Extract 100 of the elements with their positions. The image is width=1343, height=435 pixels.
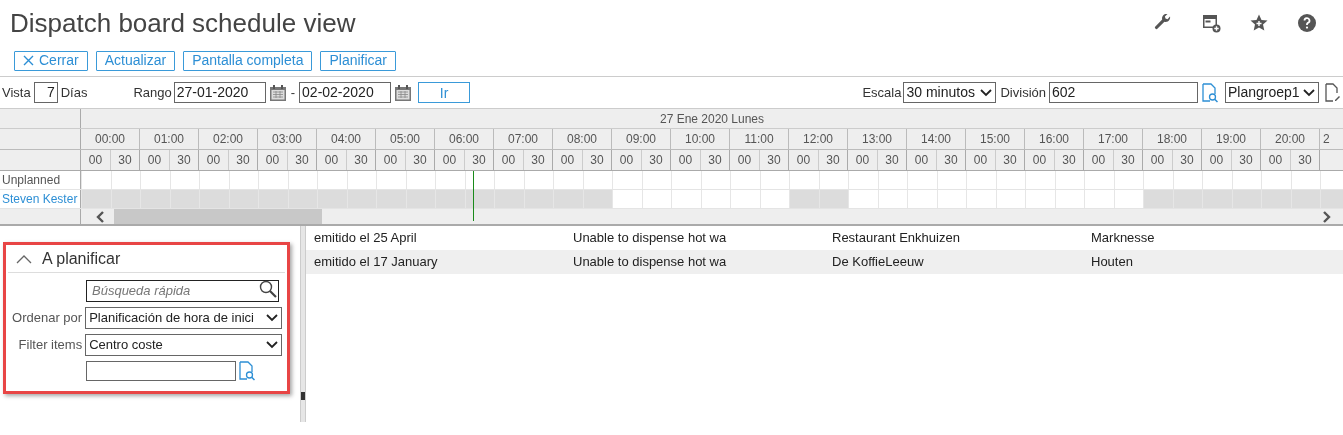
slot-header: 30 (701, 150, 730, 170)
help-icon[interactable] (1297, 13, 1317, 33)
slot-header: 30 (1173, 150, 1202, 170)
collapse-icon[interactable] (16, 253, 32, 264)
add-window-icon[interactable] (1201, 13, 1221, 33)
slot-header: 30 (229, 150, 258, 170)
input-field[interactable] (86, 361, 236, 381)
table-row[interactable]: emitido el 17 January Unable to dispense hot wa De KoffieLeeuw Houten (306, 250, 1343, 274)
calendar-icon[interactable] (394, 83, 413, 102)
slot-header: 30 (996, 150, 1025, 170)
lookup-icon[interactable] (238, 361, 256, 381)
hour-header: 11:00 (730, 129, 789, 149)
table-cell-text: Houten (1090, 253, 1134, 272)
hour-header: 20:00 (1261, 129, 1320, 149)
day-header: 27 Ene 2020 Lunes (659, 110, 765, 128)
slot-header: 00 (553, 150, 583, 170)
input-field[interactable]: 602 (1049, 82, 1198, 103)
calendar-icon[interactable] (268, 83, 287, 102)
filter-label: Filter items (17, 336, 84, 355)
scroll-left-icon[interactable] (96, 210, 105, 223)
range-label: Rango (133, 83, 172, 102)
slot-header: 30 (642, 150, 671, 170)
dropdown[interactable]: Planificación de hora de inici (85, 307, 282, 329)
slot-header: 00 (730, 150, 760, 170)
table-cell-text: Marknesse (1090, 229, 1156, 248)
hour-header: 00:00 (81, 129, 140, 149)
slot-header: 30 (111, 150, 140, 170)
slot-header: 30 (1291, 150, 1320, 170)
caret-icon (980, 88, 993, 97)
dropdown[interactable]: Plangroep1 (1225, 82, 1319, 103)
slot-header: 30 (1232, 150, 1261, 170)
scrollbar-thumb[interactable] (114, 209, 322, 224)
slot-header: 30 (583, 150, 612, 170)
dropdown[interactable]: 30 minutos (903, 82, 997, 103)
hour-header: 07:00 (494, 129, 553, 149)
slot-header: 30 (347, 150, 376, 170)
slot-header: 00 (258, 150, 288, 170)
sort-label: Ordenar por (11, 309, 84, 328)
hour-header: 17:00 (1084, 129, 1143, 149)
hour-header: 03:00 (258, 129, 317, 149)
action-button[interactable]: Cerrar (14, 50, 88, 71)
splitter-handle[interactable] (301, 392, 305, 400)
division-label: División (1000, 83, 1046, 102)
slot-header: 00 (671, 150, 701, 170)
star-icon[interactable] (1249, 13, 1269, 33)
dropdown[interactable]: Centro coste (85, 334, 282, 356)
slot-header: 30 (1114, 150, 1143, 170)
scroll-right-icon[interactable] (1322, 210, 1331, 223)
table-cell-text: emitido el 17 January (313, 253, 439, 272)
search-field[interactable]: Búsqueda rápida (86, 279, 279, 302)
slot-header: 30 (465, 150, 494, 170)
input-field[interactable]: 27-01-2020 (173, 82, 266, 103)
hour-header: 15:00 (966, 129, 1025, 149)
table-cell-text: Unable to dispense hot wa (572, 253, 728, 272)
hour-header: 01:00 (140, 129, 199, 149)
slot-header: 00 (1084, 150, 1114, 170)
search-icon[interactable] (259, 280, 277, 298)
slot-header: 30 (1055, 150, 1084, 170)
unit-label: Días (60, 83, 88, 102)
caret-icon (1303, 88, 1315, 97)
caret-icon (266, 314, 278, 322)
close-icon (23, 55, 34, 66)
range-separator: - (290, 83, 296, 102)
slot-header: 00 (140, 150, 170, 170)
slot-header: 00 (966, 150, 996, 170)
hour-header: 06:00 (435, 129, 494, 149)
slot-header: 00 (1025, 150, 1055, 170)
slot-header: 30 (937, 150, 966, 170)
action-button[interactable]: Actualizar (95, 50, 176, 71)
table-cell-text: De KoffieLeeuw (831, 253, 925, 272)
input-field[interactable]: 7 (33, 82, 58, 103)
hour-header: 05:00 (376, 129, 435, 149)
page-title: Dispatch board schedule view (10, 6, 356, 40)
slot-header: 30 (406, 150, 435, 170)
lookup-icon[interactable] (1201, 82, 1219, 103)
slot-header: 00 (199, 150, 229, 170)
slot-header: 00 (494, 150, 524, 170)
slot-header: 00 (907, 150, 937, 170)
slot-header: 30 (524, 150, 553, 170)
slot-header: 00 (81, 150, 111, 170)
slot-header: 00 (1261, 150, 1291, 170)
view-label: Vista (2, 83, 31, 102)
table-cell-text: emitido el 25 April (313, 229, 418, 248)
action-button[interactable]: Pantalla completa (183, 50, 313, 71)
hour-header: 09:00 (612, 129, 671, 149)
edit-document-icon[interactable] (1325, 82, 1341, 103)
hour-header: 10:00 (671, 129, 730, 149)
slot-header: 00 (317, 150, 347, 170)
hour-header: 19:00 (1202, 129, 1261, 149)
hour-header: 04:00 (317, 129, 376, 149)
input-field[interactable]: 02-02-2020 (299, 82, 392, 103)
slot-header: 30 (288, 150, 317, 170)
table-cell-text: Unable to dispense hot wa (572, 229, 728, 248)
slot-header: 30 (878, 150, 907, 170)
go-button[interactable]: Ir (418, 82, 471, 103)
slot-header: 00 (376, 150, 406, 170)
slot-header: 30 (760, 150, 789, 170)
slot-header: 00 (612, 150, 642, 170)
action-button[interactable]: Planificar (320, 50, 397, 71)
hour-header: 13:00 (848, 129, 907, 149)
